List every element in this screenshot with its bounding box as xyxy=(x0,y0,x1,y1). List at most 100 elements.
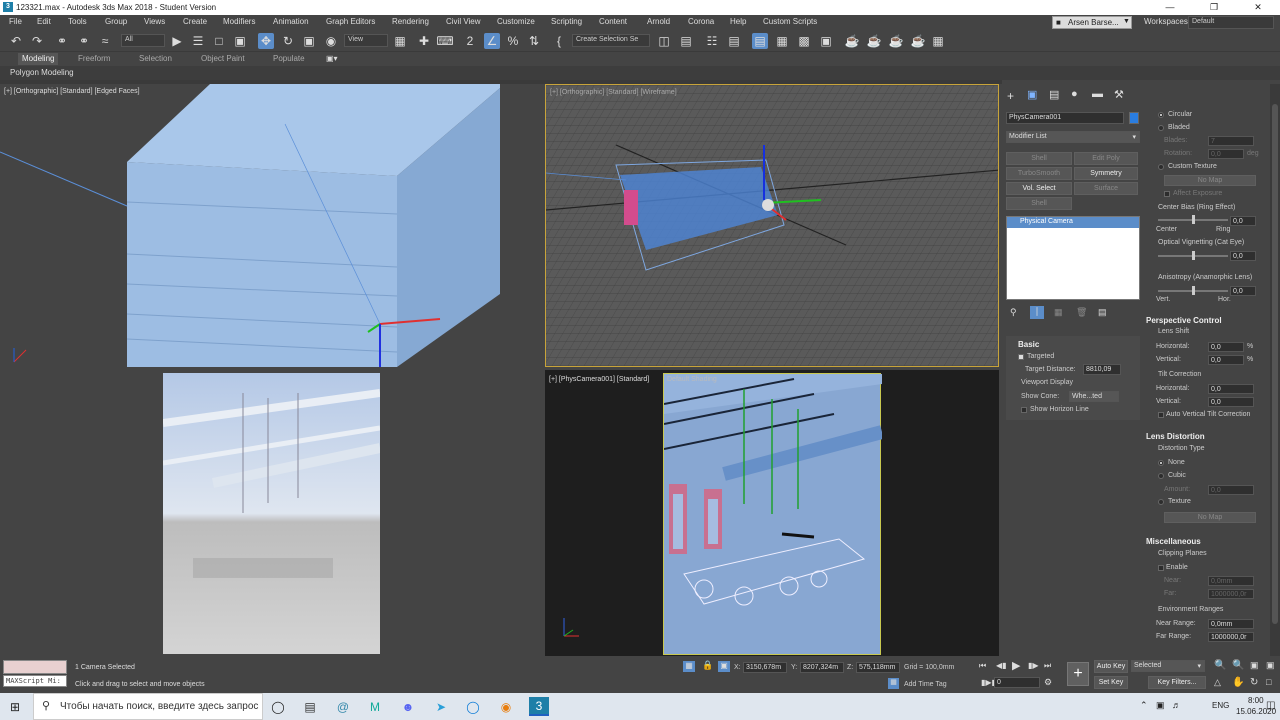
menu-scripting[interactable]: Scripting xyxy=(551,17,582,26)
undo-icon[interactable]: ↶ xyxy=(8,33,24,49)
user-account-button[interactable]: ■ Arsen Barse... ▼ xyxy=(1052,16,1132,29)
viewport-label[interactable]: [+] [Orthographic] [Standard] [Edged Fac… xyxy=(4,88,140,95)
previous-frame-icon[interactable]: ◀▮ xyxy=(996,661,1007,670)
viewport-top-left[interactable]: [+] [Orthographic] [Standard] [Edged Fac… xyxy=(0,84,542,367)
tab-object-paint[interactable]: Object Paint xyxy=(201,54,245,63)
selection-lock-icon[interactable]: 🔒 xyxy=(702,660,713,671)
align-icon[interactable]: ▤ xyxy=(678,33,694,49)
pan-icon[interactable]: ✋ xyxy=(1232,677,1244,688)
menu-animation[interactable]: Animation xyxy=(273,17,309,26)
set-key-button[interactable]: + xyxy=(1067,662,1089,686)
target-distance-field[interactable]: 8810,09 xyxy=(1083,364,1121,375)
add-time-tag[interactable]: Add Time Tag xyxy=(904,681,947,688)
modifier-list-dropdown[interactable]: Modifier List ▾ xyxy=(1006,131,1140,143)
tab-modeling[interactable]: Modeling xyxy=(18,53,59,65)
key-selection-dropdown[interactable]: Selected ▾ xyxy=(1131,660,1205,672)
center-bias-field[interactable]: 0,0 xyxy=(1230,216,1256,226)
spinner-snap-icon[interactable]: ⇅ xyxy=(526,33,542,49)
custom-texture-radio[interactable] xyxy=(1158,164,1164,170)
render-active-shade-icon[interactable]: ☕ xyxy=(910,33,926,49)
mirror-icon[interactable]: ◫ xyxy=(656,33,672,49)
menu-group[interactable]: Group xyxy=(105,17,127,26)
render-iterative-icon[interactable]: ☕ xyxy=(888,33,904,49)
snaps-toggle-icon[interactable]: 2 xyxy=(462,33,478,49)
render-production-icon[interactable]: ☕ xyxy=(866,33,882,49)
make-unique-icon[interactable]: ▦ xyxy=(1054,307,1063,318)
bind-space-warp-icon[interactable]: ≈ xyxy=(97,33,113,49)
tab-selection[interactable]: Selection xyxy=(139,54,172,63)
near-range-field[interactable]: 0,0mm xyxy=(1208,619,1254,629)
distortion-no-map-button[interactable]: No Map xyxy=(1164,512,1256,523)
field-of-view-icon[interactable]: △ xyxy=(1214,677,1221,688)
edit-named-sets-icon[interactable]: { xyxy=(551,33,567,49)
viewport-label[interactable]: [+] [Orthographic] [Standard] [Wireframe… xyxy=(550,89,677,96)
rollout-scrollbar[interactable] xyxy=(1270,84,1280,656)
notifications-icon[interactable]: ◫ xyxy=(1266,700,1275,711)
center-bias-slider-thumb[interactable] xyxy=(1192,215,1195,224)
rendered-frame-icon[interactable]: ☕ xyxy=(844,33,860,49)
z-coordinate-field[interactable]: 575,118mm xyxy=(856,662,900,673)
viewport-label[interactable]: [+] [PhysCamera001] [Standard] xyxy=(549,376,649,383)
task-view-icon[interactable]: ◯ xyxy=(268,697,288,716)
aperture-no-map-button[interactable]: No Map xyxy=(1164,175,1256,186)
object-name-field[interactable]: PhysCamera001 xyxy=(1006,112,1124,124)
selection-filter-dropdown[interactable]: All xyxy=(121,34,165,47)
basic-header[interactable]: Basic xyxy=(1018,340,1039,349)
stack-item-physical-camera[interactable]: Physical Camera xyxy=(1007,217,1139,228)
select-object-icon[interactable]: ▶ xyxy=(169,33,185,49)
clip-near-field[interactable]: 0,0mm xyxy=(1208,576,1254,586)
language-indicator[interactable]: ENG xyxy=(1212,701,1229,710)
menu-content[interactable]: Content xyxy=(599,17,627,26)
shading-mode-label[interactable]: Default Shading xyxy=(667,376,717,383)
zoom-icon[interactable]: 🔍 xyxy=(1214,660,1226,671)
workspace-dropdown[interactable]: Default xyxy=(1188,16,1274,29)
menu-modifiers[interactable]: Modifiers xyxy=(223,17,255,26)
scrollbar-thumb[interactable] xyxy=(1272,104,1278,624)
time-config-icon[interactable]: ⚙ xyxy=(1044,677,1052,688)
material-editor-icon[interactable]: ▩ xyxy=(796,33,812,49)
viewport-top-right[interactable]: [+] [Orthographic] [Standard] [Wireframe… xyxy=(545,84,999,367)
configure-modifier-sets-icon[interactable]: ▤ xyxy=(1098,307,1107,318)
affect-exposure-checkbox[interactable] xyxy=(1164,191,1170,197)
lens-shift-vertical-field[interactable]: 0,0 xyxy=(1208,355,1244,365)
lens-shift-horizontal-field[interactable]: 0,0 xyxy=(1208,342,1244,352)
isolate-selection-icon[interactable]: ▦ xyxy=(683,661,695,672)
percent-snap-icon[interactable]: % xyxy=(505,33,521,49)
tilt-horizontal-field[interactable]: 0,0 xyxy=(1208,384,1254,394)
circular-radio[interactable] xyxy=(1158,112,1164,118)
targeted-checkbox[interactable] xyxy=(1018,354,1024,360)
object-color-swatch[interactable] xyxy=(1129,112,1139,124)
current-frame-field[interactable]: 0 xyxy=(994,677,1040,688)
distortion-texture-radio[interactable] xyxy=(1158,499,1164,505)
motion-tab-icon[interactable]: ● xyxy=(1071,88,1078,100)
maximize-button[interactable]: ❐ xyxy=(1192,0,1236,15)
close-button[interactable]: ✕ xyxy=(1236,0,1280,15)
play-icon[interactable]: ▶ xyxy=(1012,659,1020,672)
anisotropy-field[interactable]: 0,0 xyxy=(1230,286,1256,296)
modifier-shell-button-2[interactable]: Shell xyxy=(1006,197,1072,210)
zoom-extents-icon[interactable]: ▣ xyxy=(1250,660,1259,671)
time-tag-icon[interactable]: ▦ xyxy=(888,678,899,689)
modifier-turbosmooth-button[interactable]: TurboSmooth xyxy=(1006,167,1072,180)
clipping-enable-checkbox[interactable] xyxy=(1158,565,1164,571)
auto-tilt-checkbox[interactable] xyxy=(1158,412,1164,418)
scale-icon[interactable]: ▣ xyxy=(301,33,317,49)
zoom-all-icon[interactable]: 🔍 xyxy=(1232,660,1244,671)
tray-overflow-icon[interactable]: ⌃ xyxy=(1140,700,1148,711)
menu-civil-view[interactable]: Civil View xyxy=(446,17,481,26)
app-m-icon[interactable]: M xyxy=(365,697,385,716)
file-explorer-icon[interactable]: ▤ xyxy=(300,697,320,716)
menu-views[interactable]: Views xyxy=(144,17,165,26)
menu-customize[interactable]: Customize xyxy=(497,17,535,26)
keyboard-shortcut-icon[interactable]: ⌨ xyxy=(436,33,453,49)
key-filters-button[interactable]: Key Filters... xyxy=(1148,676,1206,689)
distortion-amount-field[interactable]: 0,0 xyxy=(1208,485,1254,495)
toggle-ribbon-icon[interactable]: ▤ xyxy=(726,33,742,49)
polygon-modeling-label[interactable]: Polygon Modeling xyxy=(10,68,74,77)
show-cone-dropdown[interactable]: Whe...ted xyxy=(1069,391,1119,402)
create-tab-icon[interactable]: + xyxy=(1007,89,1014,103)
show-horizon-checkbox[interactable] xyxy=(1021,407,1027,413)
distortion-none-radio[interactable] xyxy=(1158,460,1164,466)
next-frame-icon[interactable]: ▮▶ xyxy=(1028,661,1039,670)
zoom-extents-all-icon[interactable]: ▣ xyxy=(1266,660,1275,671)
